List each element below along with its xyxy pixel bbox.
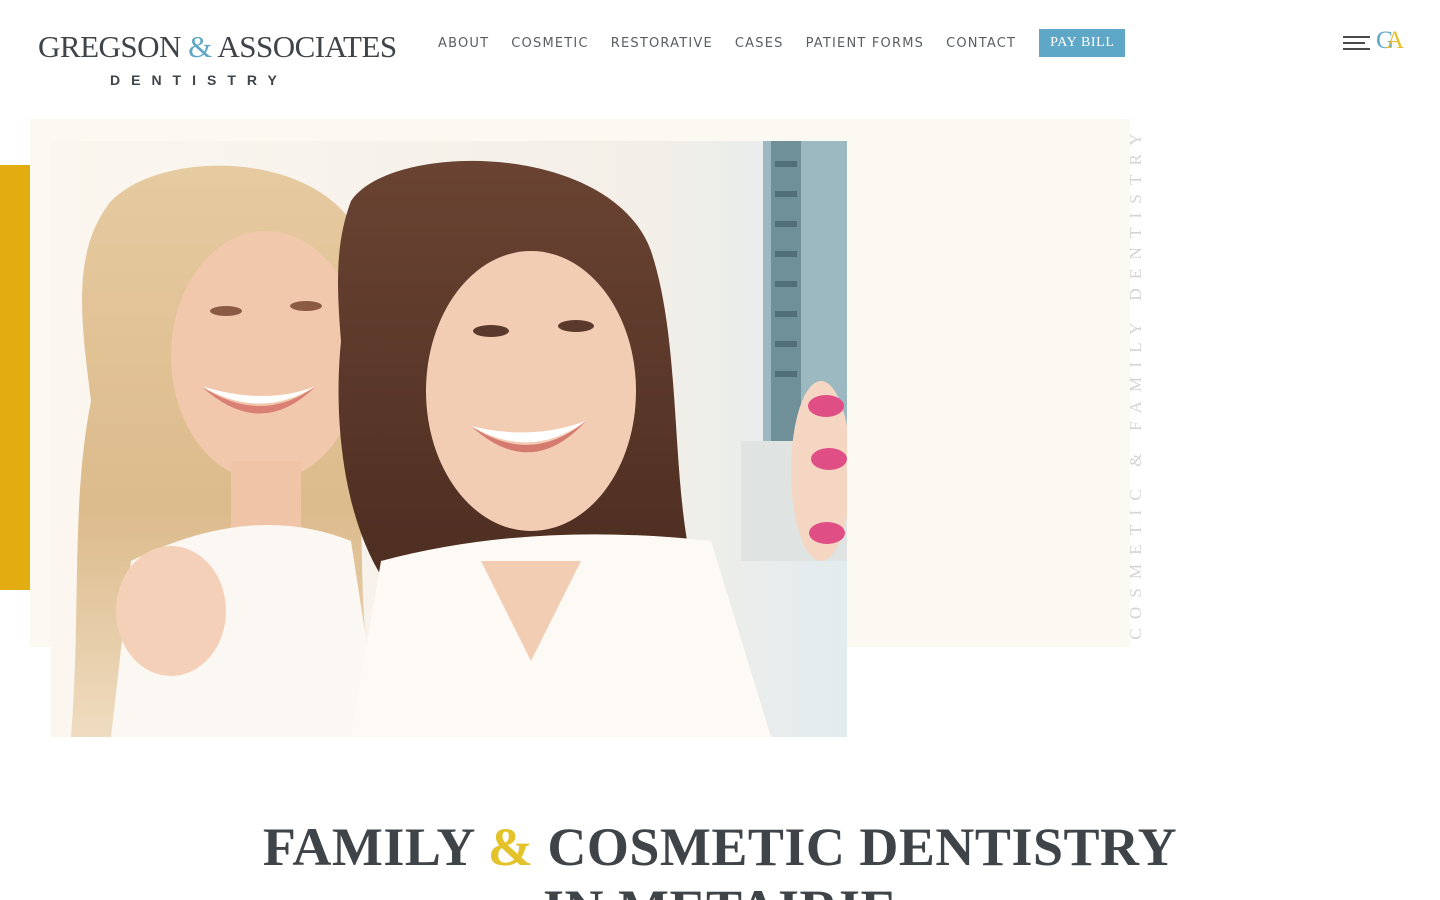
vertical-tagline: COSMETIC & FAMILY DENTISTRY: [1124, 112, 1148, 652]
headline-part1: FAMILY: [262, 817, 474, 877]
vertical-tagline-text: COSMETIC & FAMILY DENTISTRY: [1126, 124, 1145, 640]
headline-part2: COSMETIC DENTISTRY: [547, 817, 1178, 877]
logo-subtitle: DENTISTRY: [110, 72, 288, 88]
nav-item-cosmetic[interactable]: COSMETIC: [500, 36, 599, 51]
headline-ampersand: &: [487, 817, 534, 877]
site-logo[interactable]: GREGSON & ASSOCIATES DENTISTRY: [38, 29, 397, 89]
page-headline: FAMILY & COSMETIC DENTISTRY IN METAIRIE: [0, 816, 1440, 900]
hero-photo: [51, 141, 847, 737]
pay-bill-button[interactable]: PAY BILL: [1039, 29, 1126, 57]
logo-wordmark: GREGSON & ASSOCIATES: [38, 29, 397, 64]
ga-monogram-icon[interactable]: G A: [1376, 27, 1408, 55]
gold-accent-bar: [0, 165, 30, 590]
nav-item-patient-forms[interactable]: PATIENT FORMS: [795, 36, 936, 51]
monogram-a: A: [1386, 27, 1405, 54]
nav-item-contact[interactable]: CONTACT: [935, 36, 1027, 51]
nav-item-cases[interactable]: CASES: [724, 36, 795, 51]
main-navigation: ABOUT COSMETIC RESTORATIVE CASES PATIENT…: [427, 29, 1126, 57]
logo-name-part1: GREGSON: [38, 29, 181, 64]
nav-item-about[interactable]: ABOUT: [427, 36, 500, 51]
logo-name-part2: ASSOCIATES: [217, 29, 397, 64]
headline-line2: IN METAIRIE: [543, 879, 897, 900]
logo-ampersand: &: [188, 29, 212, 64]
nav-item-restorative[interactable]: RESTORATIVE: [600, 36, 724, 51]
hamburger-menu-icon[interactable]: [1343, 36, 1370, 50]
